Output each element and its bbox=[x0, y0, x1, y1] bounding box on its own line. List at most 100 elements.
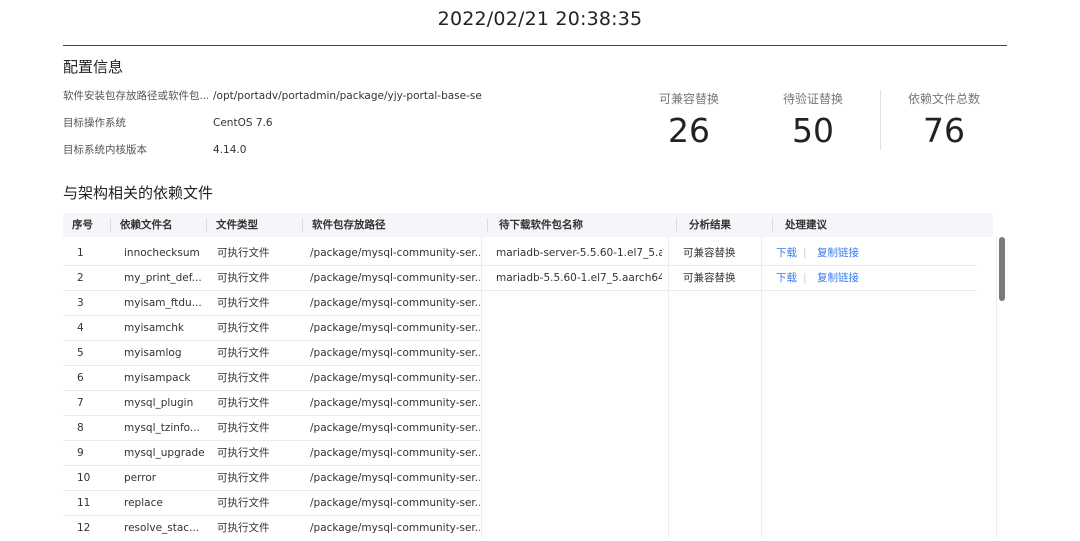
row-index: 5 bbox=[77, 347, 84, 359]
table-row[interactable]: 9 mysql_upgrade 可执行文件 /package/mysql-com… bbox=[63, 441, 481, 466]
datetime: 2022/02/21 20:38:35 bbox=[437, 8, 643, 30]
column-separator bbox=[676, 218, 677, 232]
table-row[interactable]: 8 mysql_tzinfo... 可执行文件 /package/mysql-c… bbox=[63, 416, 481, 441]
stat-label: 依赖文件总数 bbox=[907, 92, 980, 106]
stat-value: 50 bbox=[792, 111, 834, 150]
row-path: /package/mysql-community-ser... bbox=[310, 472, 480, 484]
row-filename: myisam_ftdu... bbox=[124, 297, 202, 309]
analysis-result: 可兼容替换 bbox=[683, 247, 736, 259]
row-index: 6 bbox=[77, 372, 84, 384]
config-label: 软件安装包存放路径或软件包... bbox=[63, 90, 208, 102]
header-index[interactable]: 序号 bbox=[72, 213, 93, 237]
row-path: /package/mysql-community-ser... bbox=[310, 447, 480, 459]
row-filetype: 可执行文件 bbox=[217, 272, 270, 284]
row-filetype: 可执行文件 bbox=[217, 447, 270, 459]
column-line bbox=[996, 237, 997, 537]
stat-label: 可兼容替换 bbox=[658, 92, 719, 106]
row-filetype: 可执行文件 bbox=[217, 297, 270, 309]
column-separator bbox=[302, 218, 303, 232]
header-package-name[interactable]: 待下载软件包名称 bbox=[499, 213, 583, 237]
package-row[interactable]: mariadb-5.5.60-1.el7_5.aarch64.... 可兼容替换… bbox=[481, 266, 977, 291]
row-filename: innochecksum bbox=[124, 247, 200, 259]
row-filename: myisamlog bbox=[124, 347, 182, 359]
row-filename: mysql_upgrade bbox=[124, 447, 205, 459]
package-row[interactable]: mariadb-server-5.5.60-1.el7_5.a... 可兼容替换… bbox=[481, 241, 977, 266]
table-section-title: 与架构相关的依赖文件 bbox=[63, 184, 214, 202]
row-filetype: 可执行文件 bbox=[217, 322, 270, 334]
row-filename: perror bbox=[124, 472, 157, 484]
row-index: 7 bbox=[77, 397, 84, 409]
row-path: /package/mysql-community-ser... bbox=[310, 497, 480, 509]
link-separator: | bbox=[803, 272, 807, 284]
row-index: 11 bbox=[77, 497, 91, 509]
row-path: /package/mysql-community-ser... bbox=[310, 272, 480, 284]
header-filetype[interactable]: 文件类型 bbox=[216, 213, 258, 237]
table-row[interactable]: 3 myisam_ftdu... 可执行文件 /package/mysql-co… bbox=[63, 291, 481, 316]
config-value: /opt/portadv/portadmin/package/yjy-porta… bbox=[213, 90, 483, 102]
stat-to-verify: 待验证替换 50 bbox=[758, 90, 868, 150]
row-index: 4 bbox=[77, 322, 84, 334]
table-row[interactable]: 2 my_print_def... 可执行文件 /package/mysql-c… bbox=[63, 266, 481, 291]
row-filetype: 可执行文件 bbox=[217, 472, 270, 484]
row-index: 1 bbox=[77, 247, 84, 259]
header-result[interactable]: 分析结果 bbox=[689, 213, 731, 237]
package-name: mariadb-5.5.60-1.el7_5.aarch64.... bbox=[496, 272, 662, 284]
row-filename: my_print_def... bbox=[124, 272, 202, 284]
table-row[interactable]: 10 perror 可执行文件 /package/mysql-community… bbox=[63, 466, 481, 491]
row-index: 3 bbox=[77, 297, 84, 309]
package-name: mariadb-server-5.5.60-1.el7_5.a... bbox=[496, 247, 662, 259]
row-filetype: 可执行文件 bbox=[217, 522, 270, 534]
table-row[interactable]: 7 mysql_plugin 可执行文件 /package/mysql-comm… bbox=[63, 391, 481, 416]
row-filetype: 可执行文件 bbox=[217, 347, 270, 359]
header-path[interactable]: 软件包存放路径 bbox=[312, 213, 386, 237]
row-path: /package/mysql-community-ser... bbox=[310, 372, 480, 384]
table-row[interactable]: 12 resolve_stac... 可执行文件 /package/mysql-… bbox=[63, 516, 481, 541]
config-label: 目标系统内核版本 bbox=[63, 144, 147, 156]
link-separator: | bbox=[803, 247, 807, 259]
config-row: 软件安装包存放路径或软件包... /opt/portadv/portadmin/… bbox=[63, 89, 493, 103]
table-row[interactable]: 5 myisamlog 可执行文件 /package/mysql-communi… bbox=[63, 341, 481, 366]
row-path: /package/mysql-community-ser... bbox=[310, 347, 480, 359]
download-link[interactable]: 下载 bbox=[776, 266, 797, 291]
column-separator bbox=[206, 218, 207, 232]
download-link[interactable]: 下载 bbox=[776, 241, 797, 266]
table-scrollbar[interactable] bbox=[999, 237, 1005, 537]
column-separator bbox=[487, 218, 488, 232]
row-filename: myisamchk bbox=[124, 322, 185, 334]
row-index: 10 bbox=[77, 472, 91, 484]
header-suggestion[interactable]: 处理建议 bbox=[785, 213, 827, 237]
header-divider bbox=[63, 45, 1007, 46]
row-path: /package/mysql-community-ser... bbox=[310, 397, 480, 409]
row-filetype: 可执行文件 bbox=[217, 422, 270, 434]
row-path: /package/mysql-community-ser... bbox=[310, 522, 480, 534]
table-row[interactable]: 4 myisamchk 可执行文件 /package/mysql-communi… bbox=[63, 316, 481, 341]
stat-compatible: 可兼容替换 26 bbox=[634, 90, 744, 150]
row-index: 12 bbox=[77, 522, 91, 534]
table-row[interactable]: 6 myisampack 可执行文件 /package/mysql-commun… bbox=[63, 366, 481, 391]
row-path: /package/mysql-community-ser... bbox=[310, 247, 480, 259]
row-path: /package/mysql-community-ser... bbox=[310, 322, 480, 334]
copy-link[interactable]: 复制链接 bbox=[817, 266, 859, 291]
row-filename: mysql_plugin bbox=[124, 397, 194, 409]
stats-divider bbox=[880, 90, 881, 150]
config-value: CentOS 7.6 bbox=[213, 117, 273, 129]
config-row: 目标操作系统 CentOS 7.6 bbox=[63, 116, 493, 130]
config-label: 目标操作系统 bbox=[63, 117, 126, 129]
row-index: 2 bbox=[77, 272, 84, 284]
row-filetype: 可执行文件 bbox=[217, 397, 270, 409]
row-filetype: 可执行文件 bbox=[217, 372, 270, 384]
header-filename[interactable]: 依赖文件名 bbox=[120, 213, 173, 237]
row-path: /package/mysql-community-ser... bbox=[310, 297, 480, 309]
table-row[interactable]: 11 replace 可执行文件 /package/mysql-communit… bbox=[63, 491, 481, 516]
copy-link[interactable]: 复制链接 bbox=[817, 241, 859, 266]
stat-value: 76 bbox=[923, 111, 965, 150]
table-row[interactable]: 1 innochecksum 可执行文件 /package/mysql-comm… bbox=[63, 241, 481, 266]
row-filename: mysql_tzinfo... bbox=[124, 422, 200, 434]
stat-label: 待验证替换 bbox=[782, 92, 843, 106]
row-filename: myisampack bbox=[124, 372, 191, 384]
row-index: 9 bbox=[77, 447, 84, 459]
analysis-result: 可兼容替换 bbox=[683, 272, 736, 284]
table-header: 序号 依赖文件名 文件类型 软件包存放路径 待下载软件包名称 分析结果 处理建议 bbox=[63, 213, 993, 237]
scrollbar-thumb[interactable] bbox=[999, 237, 1005, 301]
row-filetype: 可执行文件 bbox=[217, 247, 270, 259]
